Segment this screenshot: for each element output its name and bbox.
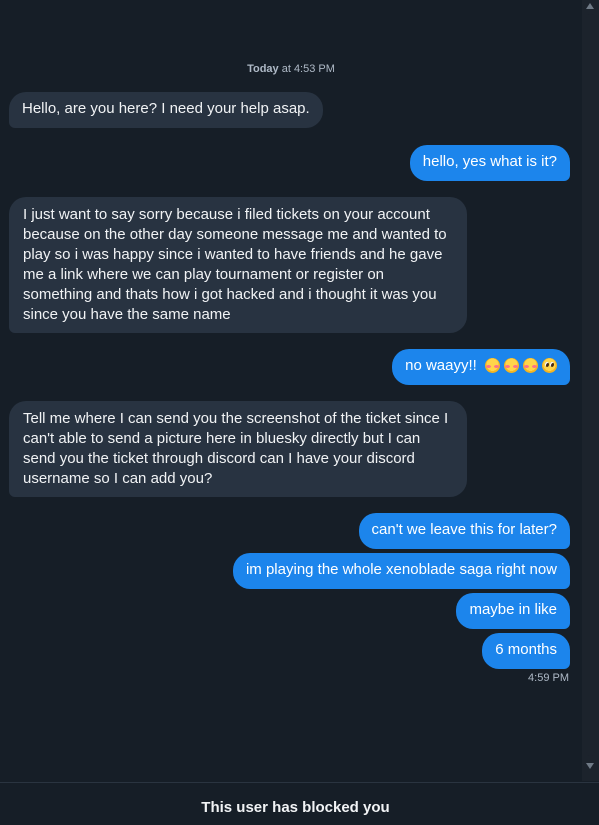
- flushed-face-emoji: [523, 358, 538, 373]
- incoming-message-bubble[interactable]: Tell me where I can send you the screens…: [9, 401, 467, 497]
- date-separator: Today at 4:53 PM: [0, 63, 582, 75]
- message-text: Tell me where I can send you the screens…: [23, 410, 449, 487]
- outgoing-message-bubble[interactable]: maybe in like: [456, 593, 570, 629]
- date-separator-day: Today: [247, 63, 279, 75]
- message-text: maybe in like: [469, 601, 557, 618]
- outgoing-message-bubble[interactable]: hello, yes what is it?: [409, 145, 570, 181]
- blocked-footer: This user has blocked you: [0, 782, 599, 825]
- date-separator-time: at 4:53 PM: [278, 63, 335, 75]
- message-text: Hello, are you here? I need your help as…: [22, 100, 310, 117]
- outgoing-message-bubble[interactable]: no waayy!!: [392, 349, 570, 385]
- chat-window: Today at 4:53 PM Hello, are you here? I …: [0, 0, 599, 825]
- flushed-face-emoji: [504, 358, 519, 373]
- message-text: hello, yes what is it?: [422, 153, 557, 170]
- outgoing-message-bubble[interactable]: 6 months: [482, 633, 570, 669]
- incoming-message-bubble[interactable]: Hello, are you here? I need your help as…: [9, 92, 323, 128]
- message-text: no waayy!!: [405, 357, 477, 374]
- scroll-up-arrow-icon[interactable]: [586, 3, 594, 9]
- message-text: im playing the whole xenoblade saga righ…: [245, 561, 557, 578]
- outgoing-message-bubble[interactable]: im playing the whole xenoblade saga righ…: [232, 553, 570, 589]
- scrollbar[interactable]: [582, 0, 599, 781]
- incoming-message-bubble[interactable]: I just want to say sorry because i filed…: [9, 197, 467, 333]
- message-text: can't we leave this for later?: [371, 521, 557, 538]
- scrollbar-thumb[interactable]: [586, 14, 595, 756]
- scroll-down-arrow-icon[interactable]: [586, 763, 594, 769]
- blocked-notice: This user has blocked you: [201, 799, 390, 816]
- message-text: 6 months: [495, 641, 557, 658]
- message-timestamp: 4:59 PM: [528, 672, 569, 684]
- message-list[interactable]: Today at 4:53 PM Hello, are you here? I …: [0, 0, 582, 781]
- pleading-face-emoji: [542, 358, 557, 373]
- outgoing-message-bubble[interactable]: can't we leave this for later?: [358, 513, 570, 549]
- message-text: I just want to say sorry because i filed…: [23, 206, 447, 323]
- flushed-face-emoji: [485, 358, 500, 373]
